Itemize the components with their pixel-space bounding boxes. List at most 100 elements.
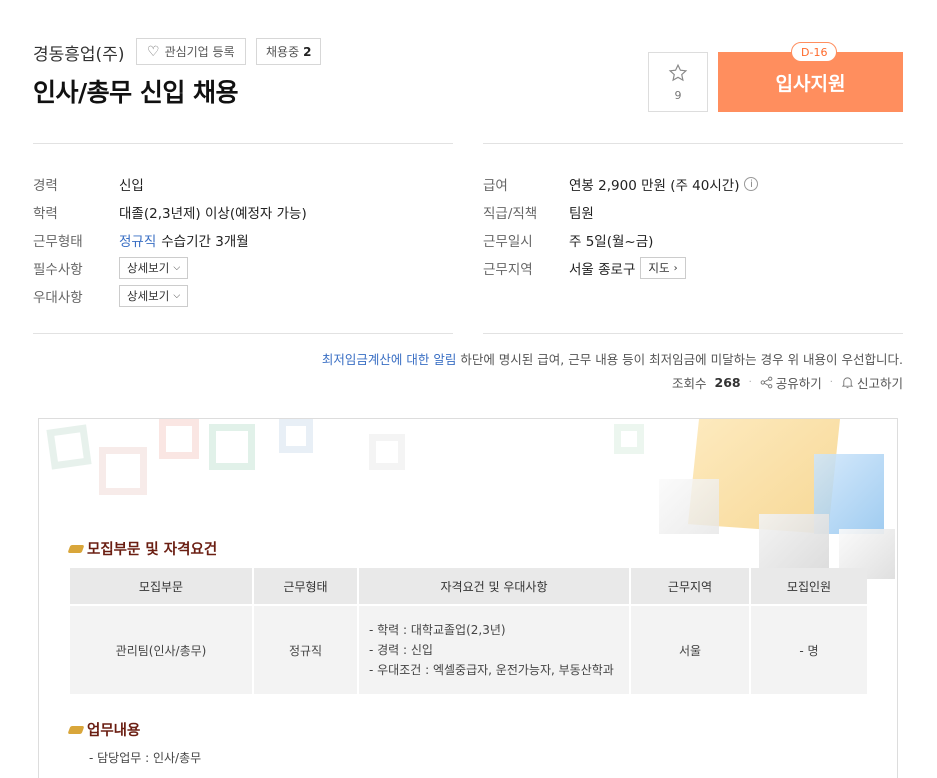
career-value[interactable]: 신입	[119, 174, 144, 194]
info-label: 근무일시	[483, 234, 533, 250]
requirement-line: - 경력 : 신입	[369, 643, 433, 657]
divider	[483, 143, 903, 144]
region-cell: 서울	[631, 606, 749, 694]
map-button[interactable]: 지도 ›	[640, 257, 686, 279]
decor-cube	[759, 514, 829, 574]
scrap-count: 9	[674, 88, 682, 102]
table-header-row: 모집부문 근무형태 자격요건 및 우대사항 근무지역 모집인원	[70, 568, 867, 604]
bell-icon	[841, 377, 854, 389]
decor-square	[279, 419, 313, 453]
chevron-down-icon: ⌵	[173, 263, 181, 273]
minimum-wage-link[interactable]: 최저임금계산에 대한 알림	[322, 352, 456, 367]
info-row-location: 근무지역 서울 종로구 지도 ›	[483, 254, 758, 282]
probation-text: 수습기간 3개월	[161, 234, 249, 250]
decor-square	[614, 424, 644, 454]
chevron-down-icon: ⌵	[173, 291, 181, 301]
info-label: 우대사항	[33, 290, 83, 306]
column-header: 모집부문	[70, 568, 252, 604]
decor-square	[369, 434, 405, 470]
summary-left: 경력 신입 학력 대졸(2,3년제) 이상(예정자 가능) 근무형태 정규직 수…	[33, 170, 307, 310]
info-row-education: 학력 대졸(2,3년제) 이상(예정자 가능)	[33, 198, 307, 226]
meta-row: 조회수 268 · 공유하기 · 신고하기	[672, 373, 903, 392]
summary-right: 급여 연봉 2,900 만원 (주 40시간) i 직급/직책 팀원 근무일시 …	[483, 170, 759, 282]
share-icon	[760, 376, 773, 389]
info-row-required: 필수사항 상세보기 ⌵	[33, 254, 307, 282]
requirements-cell: - 학력 : 대학교졸업(2,3년) - 경력 : 신입 - 우대조건 : 엑셀…	[359, 606, 629, 694]
section-title: 업무내용	[87, 723, 141, 739]
detail-label: 상세보기	[127, 289, 170, 303]
decor-square	[46, 424, 92, 470]
decor-square	[209, 424, 255, 470]
separator: ·	[829, 377, 833, 388]
notice-text: 하단에 명시된 급여, 근무 내용 등이 최저임금에 미달하는 경우 위 내용이…	[456, 352, 903, 367]
job-detail-content: 모집부문 및 자격요건 모집부문 근무형태 자격요건 및 우대사항 근무지역 모…	[38, 418, 898, 778]
info-row-employment: 근무형태 정규직 수습기간 3개월	[33, 226, 307, 254]
info-label: 근무형태	[33, 234, 83, 250]
info-row-career: 경력 신입	[33, 170, 307, 198]
dept-cell: 관리팀(인사/총무)	[70, 606, 252, 694]
requirement-line: - 우대조건 : 엑셀중급자, 운전가능자, 부동산학과	[369, 663, 614, 677]
duty-text: - 담당업무 : 인사/총무	[89, 751, 202, 765]
schedule-value: 주 5일(월~금)	[569, 234, 654, 250]
info-icon[interactable]: i	[744, 177, 759, 191]
report-button[interactable]: 신고하기	[841, 373, 903, 392]
company-name[interactable]: 경동흥업(주)	[33, 40, 124, 65]
column-header: 모집인원	[751, 568, 867, 604]
heart-icon: ♡	[147, 43, 160, 60]
info-label: 직급/직책	[483, 206, 538, 222]
scrap-button[interactable]: 9	[648, 52, 708, 112]
required-detail-button[interactable]: 상세보기 ⌵	[119, 257, 189, 279]
employment-type-link[interactable]: 정규직	[119, 230, 156, 250]
salary-value: 연봉 2,900 만원 (주 40시간)	[569, 178, 740, 194]
report-label: 신고하기	[856, 376, 903, 391]
dday-badge: D-16	[791, 42, 838, 62]
interest-company-button[interactable]: ♡ 관심기업 등록	[136, 38, 246, 65]
detail-label: 상세보기	[127, 261, 170, 275]
location-value: 서울 종로구	[569, 262, 636, 278]
section-title: 모집부문 및 자격요건	[87, 542, 218, 558]
info-label: 경력	[33, 178, 58, 194]
decor-cube	[659, 479, 719, 534]
decor-square	[99, 447, 147, 495]
info-label: 필수사항	[33, 262, 83, 278]
preferred-detail-button[interactable]: 상세보기 ⌵	[119, 285, 189, 307]
divider	[33, 143, 453, 144]
requirement-line: - 학력 : 대학교졸업(2,3년)	[369, 623, 506, 637]
hiring-label: 채용중	[266, 45, 300, 59]
bullet-icon	[67, 544, 85, 553]
interest-label: 관심기업 등록	[164, 45, 235, 59]
count-cell: - 명	[751, 606, 867, 694]
info-row-salary: 급여 연봉 2,900 만원 (주 40시간) i	[483, 170, 759, 198]
position-value: 팀원	[569, 206, 594, 222]
info-label: 학력	[33, 206, 58, 222]
views-count: 268	[714, 375, 741, 390]
table-row: 관리팀(인사/총무) 정규직 - 학력 : 대학교졸업(2,3년) - 경력 :…	[70, 606, 867, 694]
decor-square	[159, 419, 199, 459]
section-duties: 업무내용	[67, 719, 141, 740]
column-header: 근무지역	[631, 568, 749, 604]
minimum-wage-notice: 최저임금계산에 대한 알림 하단에 명시된 급여, 근무 내용 등이 최저임금에…	[322, 349, 903, 368]
column-header: 자격요건 및 우대사항	[359, 568, 629, 604]
map-label: 지도	[648, 261, 670, 275]
info-row-position: 직급/직책 팀원	[483, 198, 758, 226]
page-title: 인사/총무 신입 채용	[33, 78, 239, 107]
share-label: 공유하기	[775, 376, 822, 391]
education-value[interactable]: 대졸(2,3년제) 이상(예정자 가능)	[119, 202, 307, 222]
section-recruitment: 모집부문 및 자격요건	[67, 538, 218, 559]
column-header: 근무형태	[254, 568, 357, 604]
divider	[33, 333, 453, 334]
hiring-count-button[interactable]: 채용중 2	[256, 38, 322, 65]
type-cell: 정규직	[254, 606, 357, 694]
star-icon	[668, 63, 688, 81]
info-label: 급여	[483, 178, 508, 194]
info-row-schedule: 근무일시 주 5일(월~금)	[483, 226, 758, 254]
share-button[interactable]: 공유하기	[760, 373, 822, 392]
divider	[483, 333, 903, 334]
chevron-right-icon: ›	[673, 262, 678, 274]
recruitment-table: 모집부문 근무형태 자격요건 및 우대사항 근무지역 모집인원 관리팀(인사/총…	[68, 566, 869, 696]
info-label: 근무지역	[483, 262, 533, 278]
info-row-preferred: 우대사항 상세보기 ⌵	[33, 282, 307, 310]
separator: ·	[748, 377, 752, 388]
hiring-count: 2	[303, 44, 312, 59]
bullet-icon	[67, 725, 85, 734]
